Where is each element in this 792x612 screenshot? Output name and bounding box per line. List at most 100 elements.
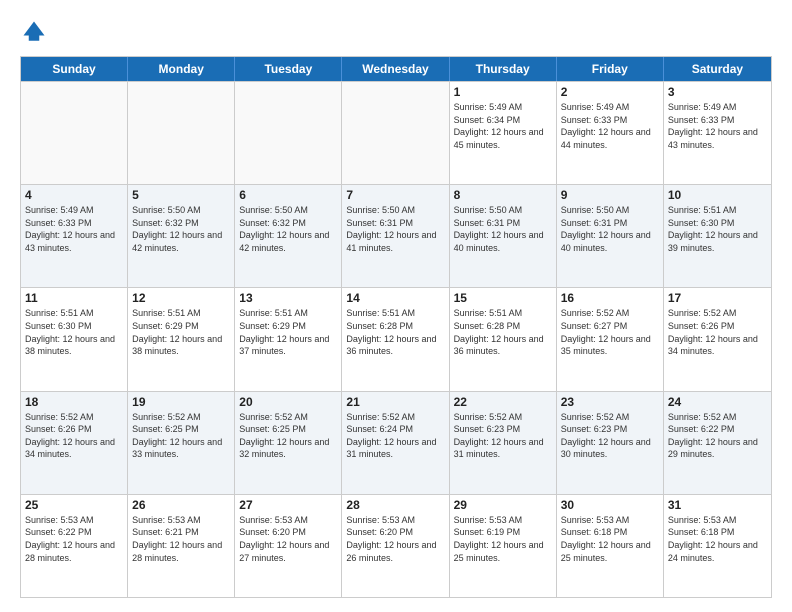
day-info: Sunrise: 5:49 AM Sunset: 6:33 PM Dayligh…: [668, 101, 767, 151]
day-number: 26: [132, 498, 230, 512]
calendar-cell: 1Sunrise: 5:49 AM Sunset: 6:34 PM Daylig…: [450, 82, 557, 184]
calendar-cell: 15 Sunrise: 5:51 AM Sunset: 6:28 PM Dayli…: [450, 288, 557, 390]
calendar-row: 4 Sunrise: 5:49 AM Sunset: 6:33 PM Daylig…: [21, 184, 771, 287]
day-info: Sunrise: 5:52 AM Sunset: 6:25 PM Dayligh…: [132, 411, 230, 461]
day-info: Sunrise: 5:53 AM Sunset: 6:22 PM Dayligh…: [25, 514, 123, 564]
day-number: 1: [454, 85, 552, 99]
calendar-cell: 8 Sunrise: 5:50 AM Sunset: 6:31 PM Daylig…: [450, 185, 557, 287]
calendar-cell: 18 Sunrise: 5:52 AM Sunset: 6:26 PM Dayli…: [21, 392, 128, 494]
calendar-cell: 25 Sunrise: 5:53 AM Sunset: 6:22 PM Dayli…: [21, 495, 128, 597]
calendar-cell: 4 Sunrise: 5:49 AM Sunset: 6:33 PM Daylig…: [21, 185, 128, 287]
day-info: Sunrise: 5:50 AM Sunset: 6:31 PM Dayligh…: [346, 204, 444, 254]
calendar-row: 25 Sunrise: 5:53 AM Sunset: 6:22 PM Dayli…: [21, 494, 771, 597]
calendar-row: 18 Sunrise: 5:52 AM Sunset: 6:26 PM Dayli…: [21, 391, 771, 494]
weekday-header: Friday: [557, 57, 664, 81]
day-number: 3: [668, 85, 767, 99]
day-info: Sunrise: 5:50 AM Sunset: 6:32 PM Dayligh…: [239, 204, 337, 254]
header: [20, 18, 772, 46]
calendar-row: 1Sunrise: 5:49 AM Sunset: 6:34 PM Daylig…: [21, 81, 771, 184]
day-info: Sunrise: 5:52 AM Sunset: 6:26 PM Dayligh…: [668, 307, 767, 357]
day-info: Sunrise: 5:53 AM Sunset: 6:19 PM Dayligh…: [454, 514, 552, 564]
calendar-body: 1Sunrise: 5:49 AM Sunset: 6:34 PM Daylig…: [21, 81, 771, 597]
day-number: 7: [346, 188, 444, 202]
day-number: 13: [239, 291, 337, 305]
day-info: Sunrise: 5:53 AM Sunset: 6:21 PM Dayligh…: [132, 514, 230, 564]
weekday-header: Saturday: [664, 57, 771, 81]
calendar-row: 11 Sunrise: 5:51 AM Sunset: 6:30 PM Dayli…: [21, 287, 771, 390]
day-number: 22: [454, 395, 552, 409]
day-info: Sunrise: 5:50 AM Sunset: 6:31 PM Dayligh…: [454, 204, 552, 254]
calendar-cell: 16Sunrise: 5:52 AM Sunset: 6:27 PM Dayli…: [557, 288, 664, 390]
calendar-cell: [235, 82, 342, 184]
day-info: Sunrise: 5:51 AM Sunset: 6:28 PM Dayligh…: [454, 307, 552, 357]
calendar-cell: 17 Sunrise: 5:52 AM Sunset: 6:26 PM Dayli…: [664, 288, 771, 390]
calendar-cell: 20 Sunrise: 5:52 AM Sunset: 6:25 PM Dayli…: [235, 392, 342, 494]
day-info: Sunrise: 5:53 AM Sunset: 6:18 PM Dayligh…: [668, 514, 767, 564]
page: SundayMondayTuesdayWednesdayThursdayFrid…: [0, 0, 792, 612]
day-number: 6: [239, 188, 337, 202]
day-number: 31: [668, 498, 767, 512]
calendar-cell: 23 Sunrise: 5:52 AM Sunset: 6:23 PM Dayli…: [557, 392, 664, 494]
day-info: Sunrise: 5:49 AM Sunset: 6:33 PM Dayligh…: [25, 204, 123, 254]
weekday-header: Tuesday: [235, 57, 342, 81]
day-number: 28: [346, 498, 444, 512]
weekday-header: Wednesday: [342, 57, 449, 81]
calendar-cell: 7 Sunrise: 5:50 AM Sunset: 6:31 PM Daylig…: [342, 185, 449, 287]
day-info: Sunrise: 5:52 AM Sunset: 6:26 PM Dayligh…: [25, 411, 123, 461]
calendar-cell: 5 Sunrise: 5:50 AM Sunset: 6:32 PM Daylig…: [128, 185, 235, 287]
day-info: Sunrise: 5:49 AM Sunset: 6:33 PM Dayligh…: [561, 101, 659, 151]
calendar-cell: 21 Sunrise: 5:52 AM Sunset: 6:24 PM Dayli…: [342, 392, 449, 494]
logo: [20, 18, 52, 46]
weekday-header: Sunday: [21, 57, 128, 81]
day-number: 18: [25, 395, 123, 409]
calendar-cell: 24 Sunrise: 5:52 AM Sunset: 6:22 PM Dayli…: [664, 392, 771, 494]
calendar-cell: 29 Sunrise: 5:53 AM Sunset: 6:19 PM Dayli…: [450, 495, 557, 597]
day-number: 4: [25, 188, 123, 202]
day-number: 25: [25, 498, 123, 512]
calendar-cell: [128, 82, 235, 184]
day-info: Sunrise: 5:52 AM Sunset: 6:23 PM Dayligh…: [454, 411, 552, 461]
day-info: Sunrise: 5:51 AM Sunset: 6:30 PM Dayligh…: [25, 307, 123, 357]
day-info: Sunrise: 5:53 AM Sunset: 6:20 PM Dayligh…: [239, 514, 337, 564]
day-number: 20: [239, 395, 337, 409]
day-number: 8: [454, 188, 552, 202]
day-info: Sunrise: 5:50 AM Sunset: 6:32 PM Dayligh…: [132, 204, 230, 254]
calendar-cell: 12 Sunrise: 5:51 AM Sunset: 6:29 PM Dayli…: [128, 288, 235, 390]
calendar-cell: 26 Sunrise: 5:53 AM Sunset: 6:21 PM Dayli…: [128, 495, 235, 597]
day-number: 12: [132, 291, 230, 305]
day-info: Sunrise: 5:51 AM Sunset: 6:28 PM Dayligh…: [346, 307, 444, 357]
day-number: 19: [132, 395, 230, 409]
day-number: 24: [668, 395, 767, 409]
day-number: 15: [454, 291, 552, 305]
day-info: Sunrise: 5:53 AM Sunset: 6:20 PM Dayligh…: [346, 514, 444, 564]
weekday-header: Thursday: [450, 57, 557, 81]
calendar-cell: 14 Sunrise: 5:51 AM Sunset: 6:28 PM Dayli…: [342, 288, 449, 390]
calendar-cell: 27 Sunrise: 5:53 AM Sunset: 6:20 PM Dayli…: [235, 495, 342, 597]
day-number: 27: [239, 498, 337, 512]
day-number: 11: [25, 291, 123, 305]
calendar-cell: 2Sunrise: 5:49 AM Sunset: 6:33 PM Daylig…: [557, 82, 664, 184]
calendar-cell: 3 Sunrise: 5:49 AM Sunset: 6:33 PM Daylig…: [664, 82, 771, 184]
calendar-cell: 28 Sunrise: 5:53 AM Sunset: 6:20 PM Dayli…: [342, 495, 449, 597]
calendar-cell: 11 Sunrise: 5:51 AM Sunset: 6:30 PM Dayli…: [21, 288, 128, 390]
calendar-cell: [21, 82, 128, 184]
day-number: 9: [561, 188, 659, 202]
calendar-cell: 13Sunrise: 5:51 AM Sunset: 6:29 PM Dayli…: [235, 288, 342, 390]
weekday-header: Monday: [128, 57, 235, 81]
calendar-cell: 22 Sunrise: 5:52 AM Sunset: 6:23 PM Dayli…: [450, 392, 557, 494]
calendar-cell: 6 Sunrise: 5:50 AM Sunset: 6:32 PM Daylig…: [235, 185, 342, 287]
day-info: Sunrise: 5:52 AM Sunset: 6:22 PM Dayligh…: [668, 411, 767, 461]
day-info: Sunrise: 5:52 AM Sunset: 6:24 PM Dayligh…: [346, 411, 444, 461]
day-number: 23: [561, 395, 659, 409]
day-number: 14: [346, 291, 444, 305]
calendar-cell: 9Sunrise: 5:50 AM Sunset: 6:31 PM Daylig…: [557, 185, 664, 287]
day-number: 29: [454, 498, 552, 512]
day-info: Sunrise: 5:53 AM Sunset: 6:18 PM Dayligh…: [561, 514, 659, 564]
day-number: 17: [668, 291, 767, 305]
day-number: 5: [132, 188, 230, 202]
day-number: 21: [346, 395, 444, 409]
day-info: Sunrise: 5:52 AM Sunset: 6:23 PM Dayligh…: [561, 411, 659, 461]
day-info: Sunrise: 5:51 AM Sunset: 6:29 PM Dayligh…: [132, 307, 230, 357]
calendar-cell: 30Sunrise: 5:53 AM Sunset: 6:18 PM Dayli…: [557, 495, 664, 597]
day-info: Sunrise: 5:52 AM Sunset: 6:25 PM Dayligh…: [239, 411, 337, 461]
